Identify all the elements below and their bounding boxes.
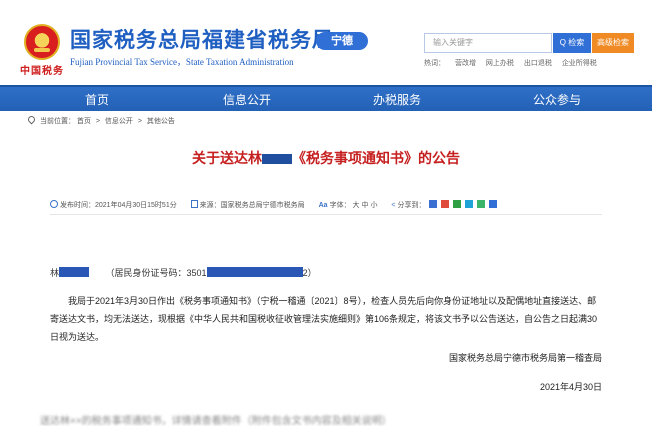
recipient-line: 林 （居民身份证号码：3501 2） <box>50 266 317 279</box>
share-qq-icon[interactable] <box>465 200 474 208</box>
tax-emblem-icon <box>24 24 60 60</box>
recipient-id-suffix: 2） <box>302 268 317 278</box>
body-paragraph: 我局于2021年3月30日作出《税务事项通知书》（宁税一稽通〔2021〕8号），… <box>50 296 598 342</box>
article-meta: 发布时间：2021年04月30日15时51分 来源：国家税务总局宁德市税务局 A… <box>50 200 509 210</box>
share-weibo-icon[interactable] <box>441 200 450 208</box>
breadcrumb-item-notice[interactable]: 其他公告 <box>147 118 175 125</box>
breadcrumb-separator: > <box>137 118 142 125</box>
nav-tax-service[interactable]: 办税服务 <box>322 87 472 113</box>
site-header: 中国税务 国家税务总局福建省税务局 Fujian Provincial Tax … <box>0 0 652 82</box>
hot-link-item[interactable]: 网上办税 <box>486 60 514 67</box>
search-input[interactable]: 输入关键字 <box>424 33 552 53</box>
site-title[interactable]: 国家税务总局福建省税务局 <box>70 24 334 54</box>
share-wechat-icon[interactable] <box>453 200 462 208</box>
font-label: 字体： <box>329 202 351 209</box>
main-nav: 首页 信息公开 办税服务 公众参与 <box>0 85 652 111</box>
font-size-medium[interactable]: 中 <box>361 202 368 209</box>
nav-home[interactable]: 首页 <box>22 87 172 113</box>
location-pin-icon <box>26 114 37 125</box>
recipient-id-label: （居民身份证号码：3501 <box>105 268 207 278</box>
publish-info: 发布时间：2021年04月30日15时51分 <box>50 200 179 209</box>
nav-info-public[interactable]: 信息公开 <box>172 87 322 113</box>
publish-time: 发布时间：2021年04月30日15时51分 <box>60 202 177 209</box>
blurred-text: 送达林××的税务事项通知书，详情请查看附件（附件包含文书内容及相关说明） <box>40 416 392 426</box>
breadcrumb-item-info[interactable]: 信息公开 <box>105 118 133 125</box>
redacted-id-number <box>206 267 303 277</box>
hot-link-item[interactable]: 出口退税 <box>524 60 552 67</box>
site-subtitle: Fujian Provincial Tax Service，State Taxa… <box>70 57 294 67</box>
signature-date: 2021年4月30日 <box>539 382 602 392</box>
article-title: 关于送达林 《税务事项通知书》的公告 <box>0 148 652 168</box>
redacted-name <box>262 154 292 164</box>
share-icon: < <box>391 202 396 209</box>
city-badge[interactable]: 宁德 <box>316 32 368 50</box>
hot-links: 热词： 营改增 网上办税 出口退税 企业所得税 <box>424 58 605 68</box>
nav-public-participation[interactable]: 公众参与 <box>482 87 632 113</box>
signature-authority: 国家税务总局宁德市税务局第一稽查局 <box>448 353 602 363</box>
font-size-small[interactable]: 小 <box>370 202 377 209</box>
hot-link-item[interactable]: 企业所得税 <box>562 60 597 67</box>
font-size-icon: Aa <box>318 202 328 209</box>
breadcrumb-separator: > <box>95 118 100 125</box>
breadcrumb-label: 当前位置： <box>39 118 75 125</box>
breadcrumb: 当前位置： 首页 > 信息公开 > 其他公告 <box>26 114 175 126</box>
emblem-text: 中国税务 <box>20 66 64 77</box>
title-suffix: 《税务事项通知书》的公告 <box>292 150 460 166</box>
hot-link-item[interactable]: 营改增 <box>455 60 476 67</box>
font-size-control: Aa 字体： 大 中 小 <box>319 202 380 209</box>
share-renren-icon[interactable] <box>489 200 498 208</box>
share-bar: < 分享到： <box>391 200 498 209</box>
article-body: 我局于2021年3月30日作出《税务事项通知书》（宁税一稽通〔2021〕8号），… <box>50 292 602 346</box>
source-info: 来源：国家税务总局宁德市税务局 <box>190 200 307 209</box>
source-text: 来源：国家税务总局宁德市税务局 <box>199 202 305 209</box>
advanced-search-button[interactable]: 高级检索 <box>592 33 634 53</box>
share-douban-icon[interactable] <box>477 200 486 208</box>
share-qzone-icon[interactable] <box>429 200 438 208</box>
title-prefix: 关于送达林 <box>192 150 262 166</box>
document-icon <box>190 200 198 208</box>
search-button[interactable]: Q 检索 <box>553 33 591 53</box>
hot-links-label: 热词： <box>424 60 445 67</box>
clock-icon <box>50 200 58 208</box>
redacted-recipient-name <box>59 267 90 277</box>
font-size-large[interactable]: 大 <box>353 202 360 209</box>
recipient-prefix: 林 <box>50 268 60 278</box>
meta-divider <box>50 214 602 215</box>
breadcrumb-item-home[interactable]: 首页 <box>77 118 91 125</box>
share-label: 分享到： <box>397 202 426 209</box>
